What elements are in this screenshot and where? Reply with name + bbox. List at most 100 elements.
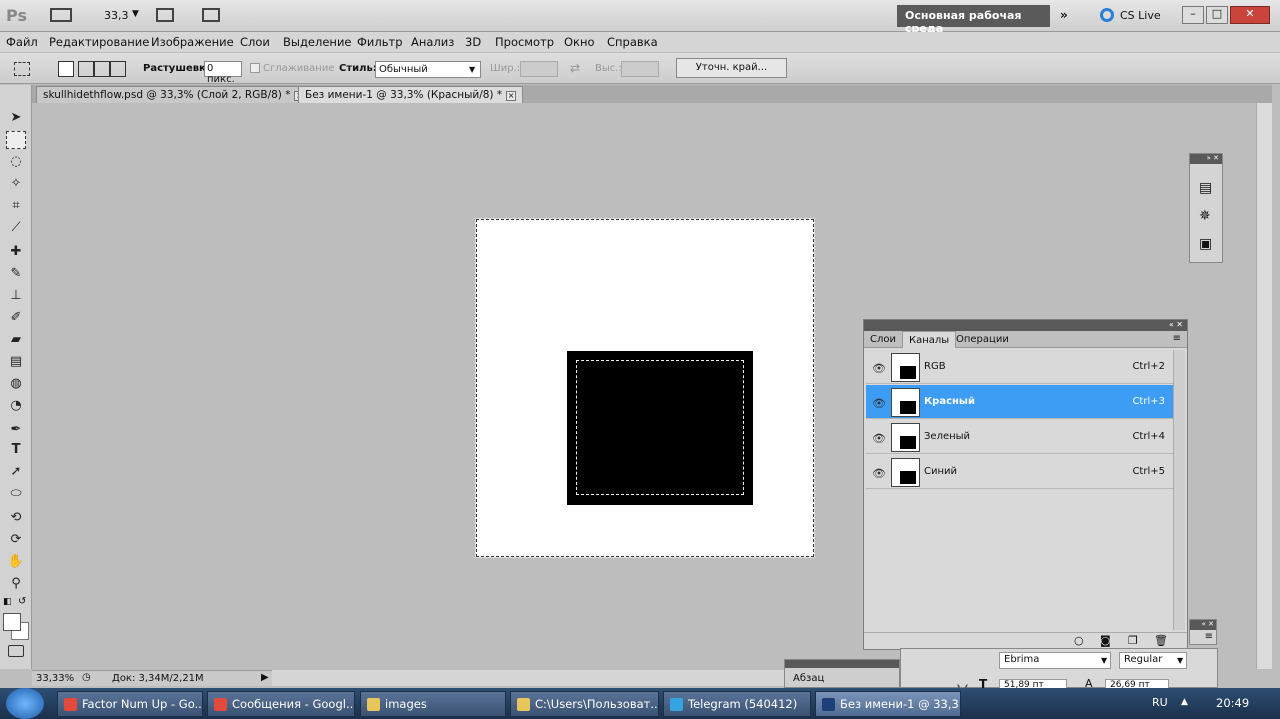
chevron-down-icon[interactable]: ▼ [132, 9, 139, 19]
healing-brush-icon[interactable]: ✚ [6, 243, 26, 261]
subtract-selection-icon[interactable] [94, 61, 110, 77]
default-colors-icon[interactable]: ◧ [3, 597, 12, 607]
task-photoshop[interactable]: Без имени-1 @ 33,3... [815, 691, 961, 717]
menu-help[interactable]: Справка [607, 35, 658, 49]
pen-tool-icon[interactable]: ✒ [6, 421, 26, 439]
zoom-level[interactable]: 33,3 [104, 9, 129, 22]
zoom-field[interactable]: 33,33% [36, 673, 74, 684]
width-input[interactable] [520, 61, 558, 77]
3d-orbit-icon[interactable]: ⟳ [6, 531, 26, 549]
menu-select[interactable]: Выделение [283, 35, 352, 49]
eye-icon[interactable]: 👁 [872, 397, 886, 410]
tab-actions[interactable]: Операции [956, 334, 1009, 345]
panel-titlebar[interactable] [785, 660, 899, 668]
intersect-selection-icon[interactable] [110, 61, 126, 77]
style-select[interactable]: Обычный [375, 61, 481, 78]
channel-row-green[interactable]: 👁 Зеленый Ctrl+4 [866, 420, 1173, 454]
swap-icon[interactable]: ⇄ [570, 61, 580, 75]
cs-live-label[interactable]: CS Live [1120, 9, 1161, 22]
tab-skullhidethflow[interactable]: skullhidethflow.psd @ 33,3% (Слой 2, RGB… [36, 86, 312, 103]
cs-live-icon[interactable] [1100, 8, 1114, 22]
status-info-icon[interactable]: ◷ [82, 672, 91, 683]
clock[interactable]: 20:49 [1216, 696, 1249, 710]
channel-row-red[interactable]: 👁 Красный Ctrl+3 [866, 385, 1173, 419]
screen-mode-icon[interactable] [202, 8, 220, 22]
more-workspaces-icon[interactable]: » [1060, 8, 1068, 22]
marquee-preset-icon[interactable] [14, 62, 30, 76]
panel-titlebar[interactable]: « ✕ [864, 320, 1187, 331]
antialias-checkbox[interactable] [250, 63, 260, 73]
chevron-down-icon[interactable]: ▼ [1177, 656, 1183, 665]
clone-stamp-icon[interactable]: ⊥ [6, 287, 26, 305]
history-brush-icon[interactable]: ✐ [6, 309, 26, 327]
tab-paragraph[interactable]: Абзац [793, 673, 824, 684]
close-button[interactable]: ✕ [1230, 6, 1270, 24]
height-input[interactable] [621, 61, 659, 77]
font-family-select[interactable]: Ebrima [999, 652, 1111, 669]
vertical-scrollbar[interactable] [1256, 103, 1272, 669]
save-selection-icon[interactable]: ◙ [1100, 634, 1111, 647]
eye-icon[interactable]: 👁 [872, 467, 886, 480]
menu-view[interactable]: Просмотр [495, 35, 554, 49]
foreground-color-swatch[interactable] [3, 613, 21, 631]
start-button[interactable] [6, 688, 44, 719]
eye-icon[interactable]: 👁 [872, 432, 886, 445]
zoom-tool-icon[interactable]: ⚲ [6, 575, 26, 593]
load-selection-icon[interactable]: ○ [1074, 634, 1084, 647]
panel-scrollbar[interactable] [1173, 350, 1185, 630]
menu-filter[interactable]: Фильтр [357, 35, 403, 49]
close-icon[interactable]: « ✕ [1169, 320, 1183, 329]
new-selection-icon[interactable] [58, 61, 74, 77]
menu-3d[interactable]: 3D [465, 35, 481, 49]
task-images-folder[interactable]: images [360, 691, 506, 717]
trash-icon[interactable]: 🗑 [1154, 634, 1168, 647]
task-chrome-messages[interactable]: Сообщения - Googl... [207, 691, 355, 717]
tray-expand-icon[interactable]: ▲ [1181, 697, 1188, 707]
type-tool-icon[interactable]: T [6, 441, 26, 459]
menu-edit[interactable]: Редактирование [49, 35, 149, 49]
quick-select-icon[interactable]: ✧ [6, 175, 26, 193]
status-menu-arrow-icon[interactable]: ▶ [261, 672, 269, 683]
close-icon[interactable]: × [506, 91, 517, 101]
navigator-panel-icon[interactable]: ✵ [1199, 208, 1211, 224]
chevron-down-icon[interactable]: ▼ [469, 65, 475, 74]
tab-channels[interactable]: Каналы [902, 331, 957, 348]
horizontal-scrollbar[interactable] [272, 670, 784, 686]
menu-image[interactable]: Изображение [151, 35, 234, 49]
quick-mask-icon[interactable] [8, 645, 24, 657]
feather-input[interactable]: 0 пикс. [204, 61, 242, 85]
dock-header[interactable]: » ✕ [1190, 154, 1222, 164]
marquee-tool-icon[interactable] [6, 131, 26, 149]
eyedropper-icon[interactable]: ⟋ [6, 219, 26, 237]
minimize-button[interactable]: – [1182, 6, 1204, 24]
tab-layers[interactable]: Слои [870, 334, 896, 345]
eye-icon[interactable]: 👁 [872, 362, 886, 375]
gradient-icon[interactable]: ▤ [6, 353, 26, 371]
swap-colors-icon[interactable]: ↺ [18, 596, 26, 607]
dodge-tool-icon[interactable]: ◔ [6, 397, 26, 415]
blur-tool-icon[interactable]: ◍ [6, 375, 26, 393]
refine-edge-button[interactable]: Уточн. край... [676, 58, 787, 78]
maximize-button[interactable]: □ [1206, 6, 1228, 24]
bridge-icon[interactable] [50, 8, 72, 22]
dock-header[interactable]: « ✕ [1190, 620, 1216, 630]
channel-row-blue[interactable]: 👁 Синий Ctrl+5 [866, 455, 1173, 489]
menu-analysis[interactable]: Анализ [411, 35, 454, 49]
channel-row-rgb[interactable]: 👁 RGB Ctrl+2 [866, 350, 1173, 384]
language-indicator[interactable]: RU [1152, 696, 1168, 709]
workspace-button[interactable]: Основная рабочая среда [897, 5, 1050, 35]
brush-tool-icon[interactable]: ✎ [6, 265, 26, 283]
arrange-icon[interactable] [156, 8, 174, 22]
lasso-tool-icon[interactable]: ◌ [6, 153, 26, 171]
tab-untitled-1[interactable]: Без имени-1 @ 33,3% (Красный/8) * × [298, 86, 524, 103]
chevron-down-icon[interactable]: ▼ [1101, 656, 1107, 665]
path-select-icon[interactable]: ➚ [6, 463, 26, 481]
menu-window[interactable]: Окно [564, 35, 595, 49]
task-chrome-factor[interactable]: Factor Num Up - Go... [57, 691, 203, 717]
history-panel-icon[interactable]: ▤ [1199, 180, 1212, 196]
crop-tool-icon[interactable]: ⌗ [6, 197, 26, 215]
hand-tool-icon[interactable]: ✋ [6, 553, 26, 571]
menu-layer[interactable]: Слои [240, 35, 270, 49]
histogram-panel-icon[interactable]: ▣ [1199, 236, 1212, 252]
3d-rotate-icon[interactable]: ⟲ [6, 509, 26, 527]
